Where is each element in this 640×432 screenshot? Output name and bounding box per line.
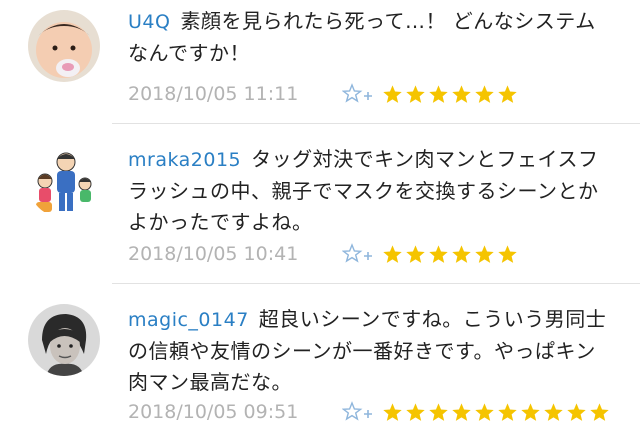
portrait-avatar-icon[interactable] bbox=[28, 304, 100, 376]
baby-avatar-icon[interactable] bbox=[28, 10, 100, 82]
comment-meta: 2018/10/05 09:51 bbox=[128, 398, 610, 426]
comment-item: magic_0147 超良いシーンですね。こういう男同士の信頼や友情のシーンが一番… bbox=[0, 284, 640, 432]
comment-text: mraka2015 タッグ対決でキン肉マンとフェイスフラッシュの中、親子でマスクを… bbox=[128, 144, 612, 238]
star-icon bbox=[383, 402, 402, 421]
star-rating bbox=[382, 402, 610, 423]
add-star-icon[interactable] bbox=[341, 400, 374, 424]
star-icon bbox=[544, 402, 563, 421]
star-icon bbox=[498, 402, 517, 421]
comment-meta: 2018/10/05 11:11 bbox=[128, 80, 518, 108]
comment-text: magic_0147 超良いシーンですね。こういう男同士の信頼や友情のシーンが一番… bbox=[128, 304, 612, 398]
star-icon bbox=[475, 84, 494, 103]
comment-item: U4Q 素顔を見られたら死って…！ どんなシステムなんですか！ 2018/10/0… bbox=[0, 0, 640, 124]
star-rating bbox=[382, 84, 518, 105]
star-icon bbox=[406, 244, 425, 263]
star-icon bbox=[429, 402, 448, 421]
star-icon bbox=[498, 84, 517, 103]
star-icon bbox=[429, 84, 448, 103]
star-icon bbox=[452, 244, 471, 263]
username-link[interactable]: mraka2015 bbox=[128, 149, 241, 171]
timestamp: 2018/10/05 10:41 bbox=[128, 243, 299, 265]
star-icon bbox=[452, 402, 471, 421]
star-icon bbox=[475, 402, 494, 421]
comment-body: 素顔を見られたら死って…！ どんなシステムなんですか！ bbox=[128, 9, 596, 65]
star-icon bbox=[406, 84, 425, 103]
family-avatar-icon[interactable] bbox=[28, 146, 100, 218]
comment-meta: 2018/10/05 10:41 bbox=[128, 240, 518, 268]
star-icon bbox=[383, 84, 402, 103]
star-icon bbox=[475, 244, 494, 263]
star-icon bbox=[406, 402, 425, 421]
username-link[interactable]: U4Q bbox=[128, 11, 170, 33]
timestamp: 2018/10/05 09:51 bbox=[128, 401, 299, 423]
star-icon bbox=[452, 84, 471, 103]
comment-item: mraka2015 タッグ対決でキン肉マンとフェイスフラッシュの中、親子でマスクを… bbox=[0, 124, 640, 284]
star-icon bbox=[590, 402, 609, 421]
star-rating bbox=[382, 244, 518, 265]
star-icon bbox=[521, 402, 540, 421]
comment-list: U4Q 素顔を見られたら死って…！ どんなシステムなんですか！ 2018/10/0… bbox=[0, 0, 640, 432]
username-link[interactable]: magic_0147 bbox=[128, 309, 249, 331]
star-icon bbox=[498, 244, 517, 263]
star-icon bbox=[383, 244, 402, 263]
timestamp: 2018/10/05 11:11 bbox=[128, 83, 299, 105]
add-star-icon[interactable] bbox=[341, 82, 374, 106]
add-star-icon[interactable] bbox=[341, 242, 374, 266]
star-icon bbox=[429, 244, 448, 263]
comment-text: U4Q 素顔を見られたら死って…！ どんなシステムなんですか！ bbox=[128, 6, 612, 69]
star-icon bbox=[567, 402, 586, 421]
